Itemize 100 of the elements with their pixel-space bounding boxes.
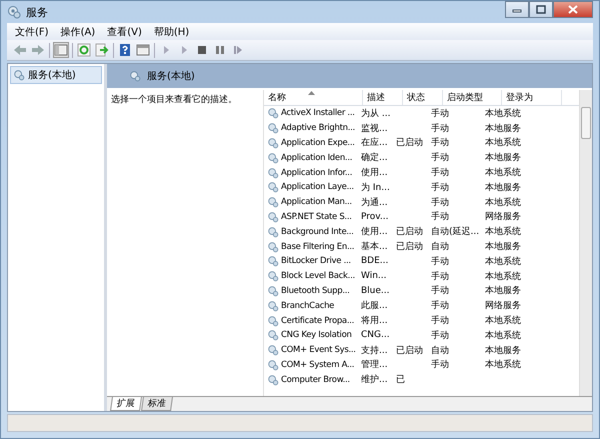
service-name-cell[interactable]: ActiveX Installer ...	[281, 108, 355, 118]
forward-arrow-icon[interactable]	[31, 43, 45, 57]
vertical-scrollbar[interactable]	[579, 90, 592, 396]
column-header[interactable]: 状态	[403, 90, 443, 105]
gear-icon	[267, 122, 279, 134]
description-cell-text: 确定...	[361, 152, 388, 164]
window-title: 服务	[26, 4, 48, 20]
description-cell: Win...	[361, 271, 386, 282]
minimize-button[interactable]	[505, 1, 529, 18]
column-header[interactable]: 描述	[363, 90, 403, 105]
description-cell-text: 为 In...	[361, 182, 390, 194]
startup-type-cell-text: 手动	[431, 210, 449, 224]
service-name-cell[interactable]: Adaptive Brightn...	[281, 123, 355, 134]
export-icon[interactable]	[95, 43, 109, 57]
help-icon[interactable]	[118, 43, 132, 57]
properties-icon[interactable]	[136, 43, 150, 57]
logon-cell-text: 本地系统	[485, 330, 521, 342]
gear-icon	[267, 136, 279, 149]
service-name-cell[interactable]: Application Man...	[281, 197, 352, 208]
sort-arrow-icon	[308, 91, 315, 95]
logon-cell-text: 本地服务	[485, 344, 521, 357]
startup-type-cell-text: 手动	[431, 270, 449, 283]
description-cell-text: 监视...	[361, 122, 388, 135]
logon-cell-text: 本地系统	[485, 226, 521, 238]
gear-icon	[267, 284, 279, 297]
status-cell-text: 已	[396, 374, 405, 386]
logon-cell-text: 网络服务	[485, 210, 521, 224]
description-cell-text: 支持...	[361, 344, 388, 357]
gear-icon	[267, 374, 279, 386]
service-name-cell[interactable]: Bluetooth Supp...	[281, 286, 350, 296]
description-cell-text: 使用...	[361, 166, 388, 180]
stop-icon[interactable]	[195, 43, 209, 57]
service-name-cell[interactable]: Application Infor...	[281, 168, 352, 178]
logon-cell-text: 本地系统	[485, 270, 521, 283]
gear-icon	[267, 196, 279, 208]
startup-type-cell-text: 自动(延迟...	[431, 226, 480, 238]
service-name-cell[interactable]: COM+ Event Sys...	[281, 345, 356, 356]
service-name-cell[interactable]: BitLocker Drive ...	[281, 256, 351, 266]
logon-cell-text: 本地服务	[485, 122, 521, 135]
description-cell-text: 在应...	[361, 136, 388, 150]
service-name-cell[interactable]: Computer Brow...	[281, 374, 350, 385]
description-cell-text: 将用...	[361, 314, 388, 328]
startup-type-cell-text: 手动	[431, 182, 449, 194]
gear-icon	[267, 329, 279, 342]
maximize-button[interactable]	[529, 1, 553, 18]
service-name-cell[interactable]: Block Level Back...	[281, 271, 355, 282]
description-cell: BDE...	[361, 256, 388, 266]
maximize-icon	[536, 5, 546, 14]
gear-icon	[267, 152, 279, 164]
startup-type-cell-text: 自动	[431, 344, 449, 357]
service-name-cell[interactable]: Background Inte...	[281, 226, 354, 237]
menu-item[interactable]: 操作(A)	[60, 24, 96, 38]
gear-icon	[267, 210, 279, 223]
startup-type-cell-text: 手动	[431, 330, 449, 342]
service-name-cell[interactable]: ASP.NET State S...	[281, 212, 352, 222]
view-tab[interactable]: 扩展	[110, 397, 142, 411]
close-button[interactable]	[553, 1, 593, 18]
service-name-cell[interactable]: Application Laye...	[281, 182, 354, 192]
startup-type-cell-text: 手动	[431, 284, 449, 298]
gear-icon	[267, 226, 279, 238]
service-name-cell[interactable]: Application Iden...	[281, 152, 352, 163]
gear-icon	[267, 358, 279, 371]
startup-type-cell-text: 手动	[431, 196, 449, 209]
menu-item[interactable]: 文件(F)	[15, 24, 49, 38]
column-header[interactable]: 名称	[264, 90, 363, 105]
view-tab[interactable]: 标准	[141, 397, 173, 411]
status-cell-text: 已启动	[396, 240, 423, 254]
column-header[interactable]: 启动类型	[443, 90, 502, 105]
console-tree-icon[interactable]	[54, 43, 68, 57]
description-cell-text: 使用...	[361, 226, 388, 238]
logon-cell-text: 本地系统	[485, 314, 521, 328]
logon-cell-text: 本地系统	[485, 196, 521, 209]
service-name-cell[interactable]: Application Expe...	[281, 138, 355, 148]
back-arrow-icon[interactable]	[13, 43, 27, 57]
gear-icon	[267, 181, 279, 194]
gear-icon	[267, 314, 279, 327]
column-header[interactable]: 登录为	[502, 90, 562, 105]
pause-icon[interactable]	[213, 43, 227, 57]
status-cell-text: 已启动	[396, 226, 423, 238]
gear-icon	[7, 5, 21, 19]
gear-icon	[267, 300, 279, 312]
startup-type-cell-text: 手动	[431, 256, 449, 268]
tree-item[interactable]: 服务(本地)	[10, 66, 102, 84]
service-name-cell[interactable]: CNG Key Isolation	[281, 330, 352, 340]
service-name-cell[interactable]: Base Filtering En...	[281, 242, 354, 252]
service-name-cell[interactable]: COM+ System A...	[281, 360, 354, 370]
gear-icon	[129, 70, 141, 82]
logon-cell-text: 本地系统	[485, 166, 521, 180]
service-name-cell[interactable]: Certificate Propa...	[281, 316, 354, 326]
gear-icon	[267, 107, 279, 120]
startup-type-cell-text: 手动	[431, 122, 449, 135]
description-text: 选择一个项目来查看它的描述。	[111, 95, 237, 105]
description-cell-text: 管理...	[361, 358, 388, 372]
startup-type-cell-text: 手动	[431, 136, 449, 150]
description-cell-text: 为通...	[361, 196, 388, 209]
service-name-cell[interactable]: BranchCache	[281, 300, 334, 311]
menu-item[interactable]: 查看(V)	[107, 24, 142, 38]
menu-item[interactable]: 帮助(H)	[154, 24, 190, 38]
refresh-icon[interactable]	[77, 43, 91, 57]
description-cell-text: 此服...	[361, 300, 388, 312]
